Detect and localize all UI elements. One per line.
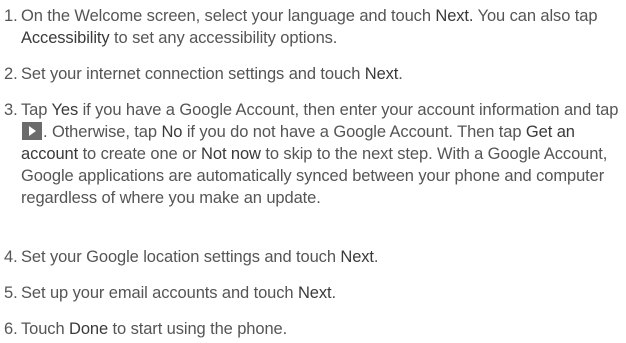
step-text: Set your Google location settings and to…	[21, 246, 622, 268]
text-run: You can also tap	[473, 7, 598, 25]
step-3: 3. Tap Yes if you have a Google Account,…	[4, 99, 622, 209]
text-run: to set any accessibility options.	[109, 29, 338, 47]
highlighted-term: Yes	[51, 101, 79, 119]
highlighted-term: Accessibility	[21, 29, 110, 47]
step-text: Tap Yes if you have a Google Account, th…	[21, 99, 622, 209]
highlighted-term: Not now	[201, 145, 261, 163]
text-run: .	[373, 248, 379, 266]
step-text: Set up your email accounts and touch Nex…	[21, 282, 622, 304]
step-number: 1.	[4, 7, 18, 25]
instruction-list: 1. On the Welcome screen, select your la…	[0, 0, 626, 343]
step-text: On the Welcome screen, select your langu…	[21, 5, 622, 49]
text-run: .	[398, 65, 403, 83]
highlighted-term: Next	[364, 65, 399, 83]
text-run: if you have a Google Account, then enter…	[78, 101, 619, 119]
text-run: Tap	[21, 101, 52, 119]
step-text: Set your internet connection settings an…	[21, 63, 622, 85]
text-run: Set your Google location settings and to…	[21, 248, 341, 266]
text-run: to start using the phone.	[108, 320, 288, 338]
step-1: 1. On the Welcome screen, select your la…	[4, 5, 622, 49]
step-text: Touch Done to start using the phone.	[21, 318, 622, 340]
step-5: 5. Set up your email accounts and touch …	[4, 282, 622, 304]
text-run: to create one or	[78, 145, 202, 163]
step-number: 5.	[4, 284, 18, 302]
text-run: Touch	[21, 320, 70, 338]
text-run: On the Welcome screen, select your langu…	[21, 7, 436, 25]
text-run: . Otherwise, tap	[43, 123, 162, 141]
highlighted-term: Next	[340, 248, 374, 266]
highlighted-term: Next.	[435, 7, 474, 25]
highlighted-term: Done	[69, 320, 109, 338]
text-run: Set your internet connection settings an…	[21, 65, 365, 83]
step-number: 4.	[4, 248, 18, 266]
step-number: 3.	[4, 101, 18, 119]
text-run: .	[331, 284, 337, 302]
step-2: 2. Set your internet connection settings…	[4, 63, 622, 85]
highlighted-term: No	[161, 123, 183, 141]
step-number: 6.	[4, 320, 18, 338]
step-number: 2.	[4, 65, 18, 83]
step-4: 4. Set your Google location settings and…	[4, 246, 622, 268]
next-arrow-icon	[22, 122, 42, 140]
step-6: 6. Touch Done to start using the phone.	[4, 318, 622, 340]
highlighted-term: Next	[297, 284, 332, 302]
text-run: Set up your email accounts and touch	[21, 284, 298, 302]
text-run: if you do not have a Google Account. The…	[182, 123, 526, 141]
